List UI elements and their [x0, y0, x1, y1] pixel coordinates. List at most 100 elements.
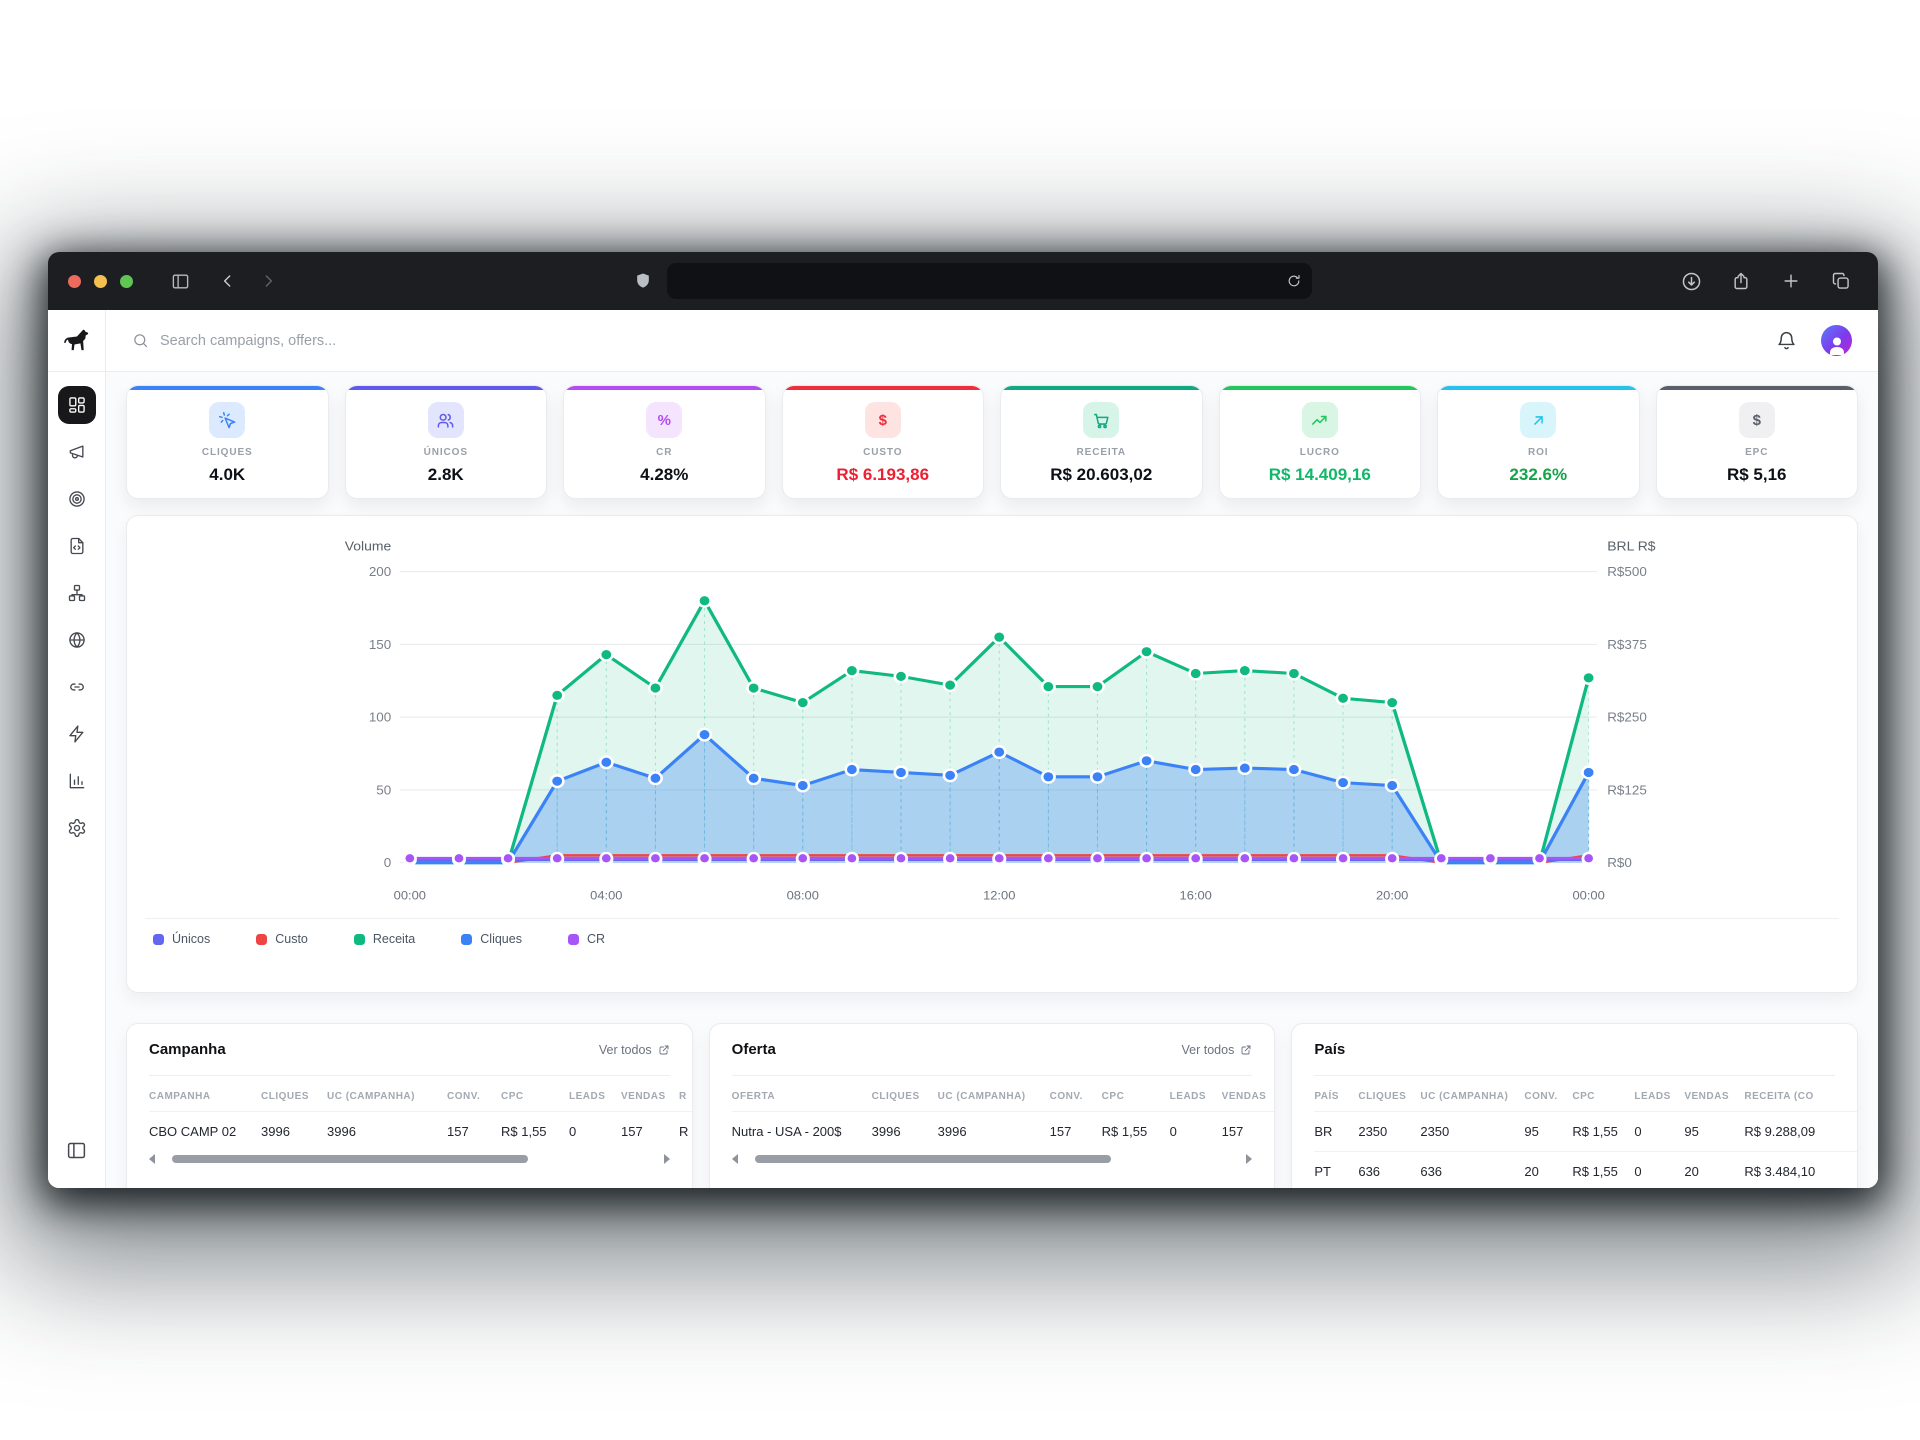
legend-item-receita[interactable]: Receita: [354, 932, 415, 946]
sidebar-item-megaphone[interactable]: [58, 433, 96, 471]
address-bar[interactable]: [667, 263, 1312, 299]
svg-text:04:00: 04:00: [590, 889, 622, 903]
forward-button[interactable]: [251, 266, 285, 296]
avatar[interactable]: [1821, 325, 1852, 356]
scrollbar-thumb[interactable]: [172, 1155, 528, 1163]
zoom-button[interactable]: [120, 275, 133, 288]
horizontal-scrollbar[interactable]: [149, 1154, 670, 1164]
table-cell: PT: [1314, 1152, 1358, 1189]
table-cell: 157: [621, 1112, 679, 1152]
kpi-accent-bar: [346, 386, 547, 390]
column-header: LEADS: [569, 1078, 621, 1112]
kpi-value: R$ 20.603,02: [1001, 465, 1202, 485]
table-cell: 0: [1634, 1112, 1684, 1152]
horizontal-scrollbar[interactable]: [732, 1154, 1253, 1164]
column-header: CLIQUES: [261, 1078, 327, 1112]
svg-text:08:00: 08:00: [787, 889, 819, 903]
legend-label: CR: [587, 932, 605, 946]
table-title: Oferta: [732, 1041, 776, 1058]
sidebar-item-gear[interactable]: [58, 809, 96, 847]
kpi-icon: [428, 402, 464, 438]
reload-icon[interactable]: [1286, 273, 1302, 289]
back-icon: [218, 271, 238, 291]
column-header: R: [679, 1078, 693, 1112]
download-icon: [1681, 271, 1702, 292]
kpi-card-cliques: CLIQUES4.0K: [126, 385, 329, 499]
column-header: VENDAS: [621, 1078, 679, 1112]
minimize-button[interactable]: [94, 275, 107, 288]
legend-item-únicos[interactable]: Únicos: [153, 932, 210, 946]
scroll-left-arrow[interactable]: [149, 1154, 155, 1164]
back-button[interactable]: [211, 266, 245, 296]
scrollbar-thumb[interactable]: [755, 1155, 1111, 1163]
global-search-input[interactable]: Search campaigns, offers...: [132, 332, 1776, 349]
table-cell: R$ 1,55: [1572, 1152, 1634, 1189]
sidebar-item-network[interactable]: [58, 574, 96, 612]
new-tab-button[interactable]: [1774, 266, 1808, 296]
legend-item-cliques[interactable]: Cliques: [461, 932, 522, 946]
svg-text:150: 150: [369, 637, 391, 652]
scroll-right-arrow[interactable]: [664, 1154, 670, 1164]
scroll-right-arrow[interactable]: [1246, 1154, 1252, 1164]
svg-text:R$125: R$125: [1607, 783, 1647, 798]
kpi-card-epc: $EPCR$ 5,16: [1656, 385, 1859, 499]
table-row: Nutra - USA - 200$39963996157R$ 1,550157: [732, 1112, 1276, 1152]
sidebar-item-link[interactable]: [58, 668, 96, 706]
sidebar-item-target[interactable]: [58, 480, 96, 518]
scrollbar-track[interactable]: [745, 1155, 1240, 1163]
ver-todos-label: Ver todos: [1182, 1043, 1235, 1057]
breakdown-tables-row: CampanhaVer todosCAMPANHACLIQUESUC (CAMP…: [126, 1023, 1858, 1188]
close-button[interactable]: [68, 275, 81, 288]
table-cell: 3996: [261, 1112, 327, 1152]
table-cell: 157: [447, 1112, 501, 1152]
kpi-value: R$ 14.409,16: [1220, 465, 1421, 485]
table-cell: 636: [1358, 1152, 1420, 1189]
scroll-left-arrow[interactable]: [732, 1154, 738, 1164]
cr-symbol: %: [658, 412, 671, 429]
legend-item-cr[interactable]: CR: [568, 932, 605, 946]
external-icon: [658, 1044, 670, 1056]
legend-item-custo[interactable]: Custo: [256, 932, 308, 946]
chart-legend: Únicos Custo Receita Cliques CR: [141, 919, 1843, 959]
table-cell: 20: [1684, 1152, 1744, 1189]
kpi-accent-bar: [1220, 386, 1421, 390]
users-icon: [436, 411, 455, 430]
shield-icon[interactable]: [633, 271, 653, 291]
zap-icon: [67, 724, 87, 744]
sidebar-item-globe[interactable]: [58, 621, 96, 659]
kpi-value: 2.8K: [346, 465, 547, 485]
svg-text:R$250: R$250: [1607, 710, 1647, 725]
browser-toolbar: [48, 252, 1878, 310]
column-header: RECEITA (CO: [1744, 1078, 1858, 1112]
bell-icon[interactable]: [1776, 330, 1797, 351]
sidebar-item-zap[interactable]: [58, 715, 96, 753]
ver-todos-link[interactable]: Ver todos: [599, 1043, 670, 1057]
column-header: CPC: [1102, 1078, 1170, 1112]
campanha-table: CAMPANHACLIQUESUC (CAMPANHA)CONV.CPCLEAD…: [149, 1078, 693, 1151]
link-icon: [67, 677, 87, 697]
panel-toggle-icon: [171, 272, 190, 291]
column-header: UC (CAMPANHA): [1420, 1078, 1524, 1112]
ver-todos-link[interactable]: Ver todos: [1182, 1043, 1253, 1057]
kpi-value: R$ 5,16: [1657, 465, 1858, 485]
column-header: CONV.: [1524, 1078, 1572, 1112]
table-row: PT63663620R$ 1,55020R$ 3.484,10: [1314, 1152, 1858, 1189]
downloads-button[interactable]: [1674, 266, 1708, 296]
sidebar-item-bar-chart[interactable]: [58, 762, 96, 800]
dog-icon: [63, 327, 90, 354]
scrollbar-track[interactable]: [162, 1155, 657, 1163]
column-header: CPC: [501, 1078, 569, 1112]
sidebar-collapse-button[interactable]: [66, 1124, 87, 1188]
table-title: País: [1314, 1041, 1345, 1058]
show-tabs-button[interactable]: [1824, 266, 1858, 296]
kpi-icon: [209, 402, 245, 438]
table-cell: 0: [569, 1112, 621, 1152]
share-button[interactable]: [1724, 266, 1758, 296]
sidebar-item-file-code[interactable]: [58, 527, 96, 565]
app-logo[interactable]: [48, 310, 105, 372]
sidebar-toggle-button[interactable]: [163, 266, 197, 296]
table-cell: R$ 3.484,10: [1744, 1152, 1858, 1189]
table-cell: 0: [1634, 1152, 1684, 1189]
sidebar-item-dashboard[interactable]: [58, 386, 96, 424]
sidebar-nav: [58, 372, 96, 1124]
